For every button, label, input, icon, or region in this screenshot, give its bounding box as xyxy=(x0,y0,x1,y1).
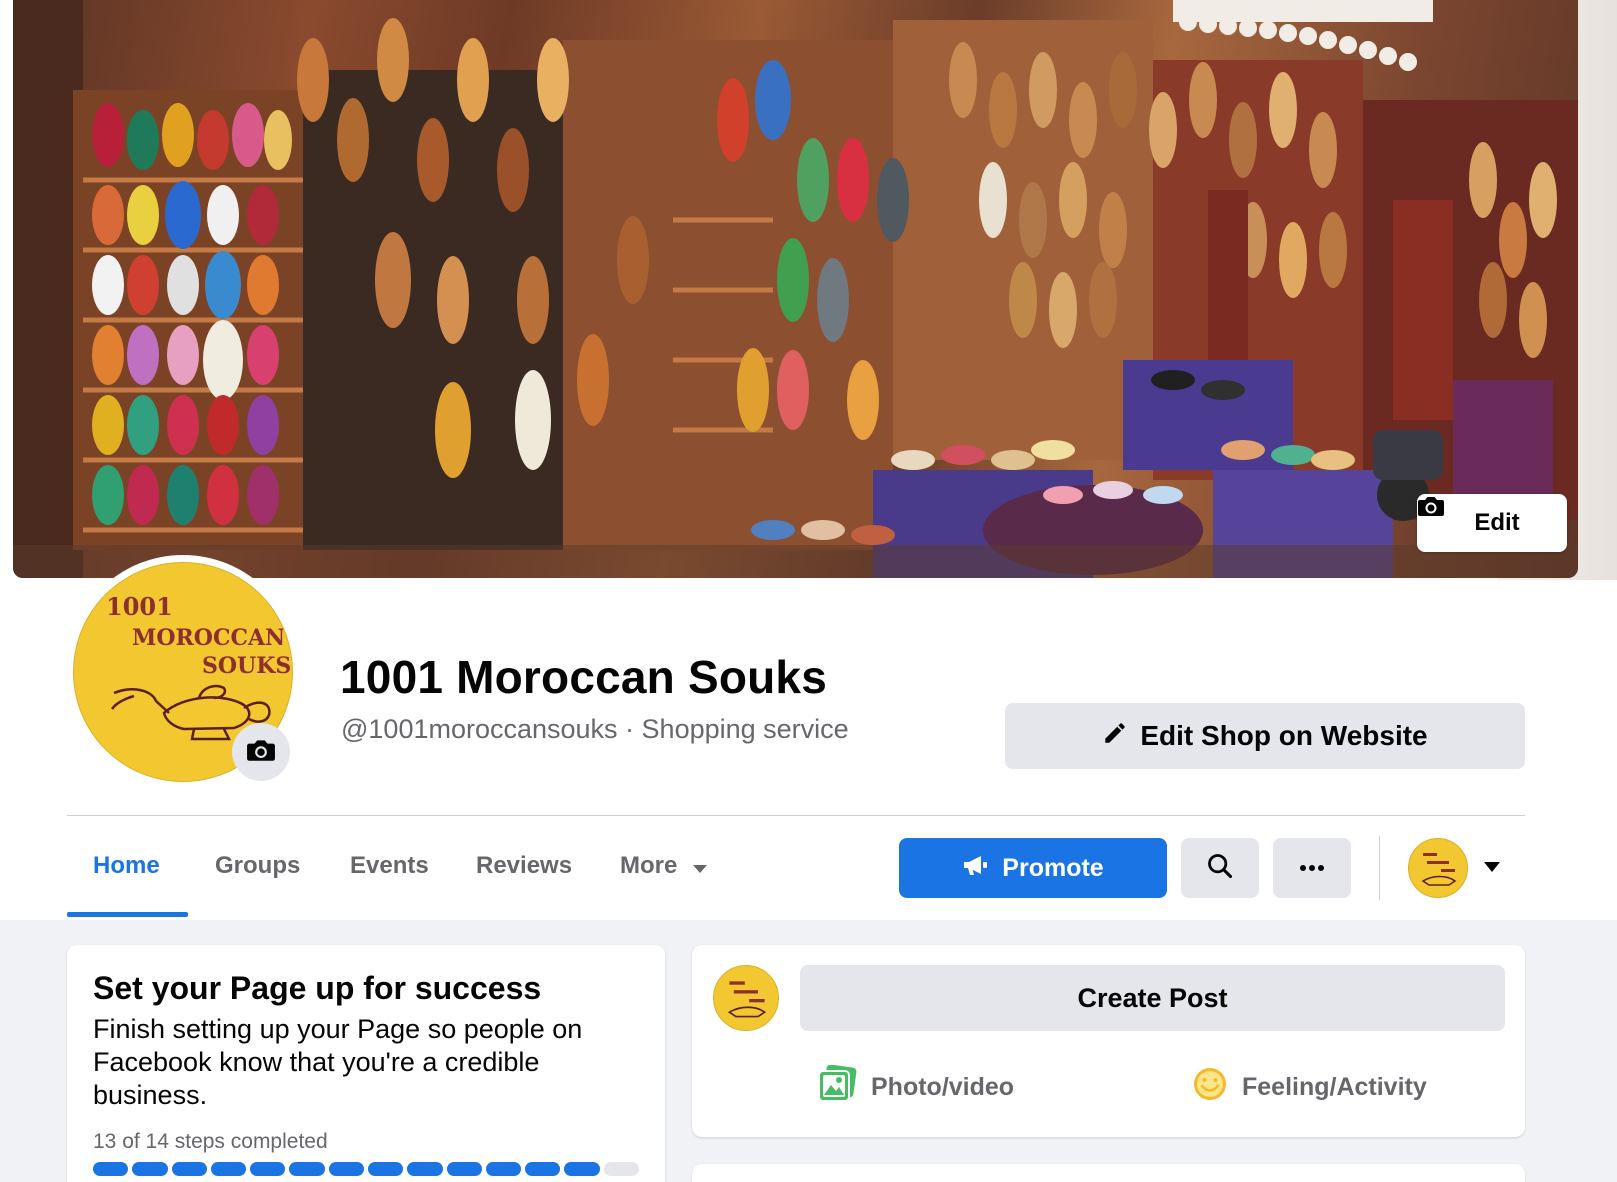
progress-segment xyxy=(603,1162,639,1176)
edit-cover-label: Edit xyxy=(1474,509,1520,536)
progress-segment xyxy=(446,1162,482,1176)
edit-shop-button[interactable]: Edit Shop on Website xyxy=(1005,703,1525,769)
logo-text-line2: MOROCCAN xyxy=(132,625,285,651)
progress-segment xyxy=(367,1162,404,1176)
active-tab-indicator xyxy=(67,912,188,917)
edit-shop-label: Edit Shop on Website xyxy=(1140,720,1428,751)
smiley-icon xyxy=(1192,1066,1228,1109)
avatar-camera-button[interactable] xyxy=(232,723,290,781)
setup-progress-bar xyxy=(93,1162,639,1176)
ellipsis-icon xyxy=(1299,859,1325,877)
setup-progress-text: 13 of 14 steps completed xyxy=(93,1130,328,1153)
progress-segment xyxy=(564,1162,600,1176)
megaphone-icon xyxy=(962,853,990,884)
progress-segment xyxy=(93,1162,129,1176)
tab-home[interactable]: Home xyxy=(93,852,160,880)
edit-cover-button[interactable]: Edit xyxy=(1417,494,1567,552)
tab-events[interactable]: Events xyxy=(350,852,429,880)
search-button[interactable] xyxy=(1181,838,1259,898)
promote-button[interactable]: Promote xyxy=(899,838,1167,898)
progress-segment xyxy=(250,1162,286,1176)
next-card xyxy=(692,1164,1525,1182)
search-icon xyxy=(1206,852,1234,885)
setup-title: Set your Page up for success xyxy=(93,970,542,1006)
page-title: 1001 Moroccan Souks xyxy=(340,651,828,703)
tab-more[interactable]: More xyxy=(620,852,677,880)
progress-segment xyxy=(525,1162,561,1176)
tab-groups[interactable]: Groups xyxy=(215,852,300,880)
photo-icon xyxy=(817,1064,857,1110)
facebook-page-profile: Edit 1001 MOROCCAN SOUKS 1001 Moroccan S… xyxy=(0,0,1617,1182)
feeling-activity-action[interactable]: Feeling/Activity xyxy=(1192,1064,1427,1110)
cover-area: Edit xyxy=(0,0,1617,580)
tab-reviews[interactable]: Reviews xyxy=(476,852,572,880)
account-menu-caret-icon[interactable] xyxy=(1484,862,1500,872)
progress-segment xyxy=(289,1162,325,1176)
mini-logo-illustration xyxy=(727,981,767,1018)
promote-label: Promote xyxy=(1002,853,1104,882)
progress-segment xyxy=(171,1162,207,1176)
create-post-button[interactable]: Create Post xyxy=(800,965,1505,1031)
progress-segment xyxy=(210,1162,247,1176)
photo-video-action[interactable]: Photo/video xyxy=(817,1064,1014,1110)
photo-video-label: Photo/video xyxy=(871,1072,1015,1101)
progress-segment xyxy=(485,1162,522,1176)
account-avatar[interactable] xyxy=(1408,838,1468,898)
caret-down-icon xyxy=(693,865,707,873)
composer-avatar xyxy=(713,965,779,1031)
feeling-activity-label: Feeling/Activity xyxy=(1242,1072,1427,1101)
logo-text-line1: 1001 xyxy=(106,592,173,621)
setup-description: Finish setting up your Page so people on… xyxy=(93,1014,583,1110)
camera-icon xyxy=(246,737,276,768)
more-options-button[interactable] xyxy=(1273,838,1351,898)
page-username-category: @1001moroccansouks · Shopping service xyxy=(341,714,849,744)
progress-segment xyxy=(328,1162,364,1176)
logo-text-line3: SOUKS xyxy=(202,653,291,679)
progress-segment xyxy=(132,1162,168,1176)
pencil-icon xyxy=(1102,720,1128,753)
nav-separator xyxy=(1379,836,1380,900)
souk-shoe-market-illustration xyxy=(13,0,1578,578)
header-divider xyxy=(67,815,1525,816)
cover-photo[interactable]: Edit xyxy=(13,0,1578,578)
mini-logo-illustration xyxy=(1421,853,1457,886)
progress-segment xyxy=(407,1162,443,1176)
